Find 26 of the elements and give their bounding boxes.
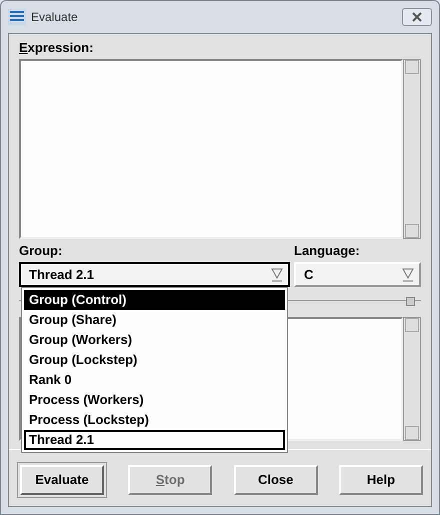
close-icon[interactable] bbox=[410, 12, 424, 22]
splitter-handle[interactable] bbox=[406, 297, 415, 306]
evaluate-button[interactable]: Evaluate bbox=[20, 465, 104, 495]
scrollbar[interactable] bbox=[403, 317, 421, 441]
window-title: Evaluate bbox=[31, 9, 78, 26]
close-button[interactable] bbox=[402, 8, 432, 26]
language-dropdown[interactable]: C bbox=[294, 262, 421, 287]
dropdown-option[interactable]: Group (Workers) bbox=[24, 330, 285, 350]
dropdown-option[interactable]: Group (Share) bbox=[24, 310, 285, 330]
dropdown-option[interactable]: Thread 2.1 bbox=[24, 430, 285, 450]
group-dropdown[interactable]: Thread 2.1 bbox=[19, 262, 290, 287]
caret-icon[interactable] bbox=[270, 267, 284, 284]
language-label: Language: bbox=[294, 243, 361, 259]
dropdown-option[interactable]: Group (Control) bbox=[24, 290, 285, 310]
scrollbar[interactable] bbox=[403, 59, 421, 239]
window-icon bbox=[8, 9, 26, 25]
caret-icon[interactable] bbox=[401, 267, 415, 284]
dropdown-option[interactable]: Process (Workers) bbox=[24, 390, 285, 410]
dropdown-option[interactable]: Process (Lockstep) bbox=[24, 410, 285, 430]
expression-label: Expression: bbox=[19, 40, 94, 56]
dropdown-option[interactable]: Group (Lockstep) bbox=[24, 350, 285, 370]
group-label: Group: bbox=[19, 243, 64, 259]
expression-field[interactable] bbox=[19, 59, 403, 239]
dropdown-option[interactable]: Rank 0 bbox=[24, 370, 285, 390]
close-button[interactable]: Close bbox=[234, 465, 318, 495]
help-button[interactable]: Help bbox=[338, 465, 423, 495]
